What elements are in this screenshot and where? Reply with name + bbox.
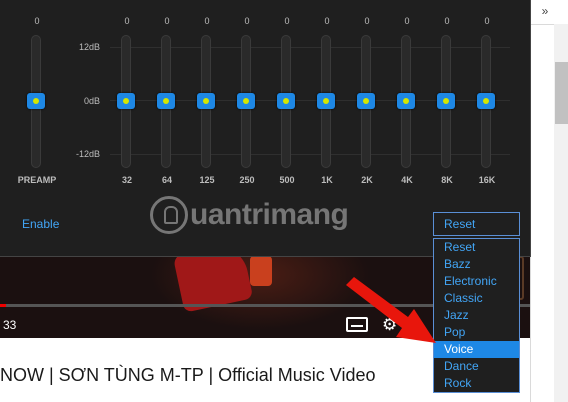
video-title: NOW | SƠN TÙNG M-TP | Official Music Vid… (0, 365, 376, 385)
preset-option[interactable]: Classic (434, 290, 519, 307)
band-slider-knob[interactable] (477, 93, 495, 109)
band-slider-knob[interactable] (357, 93, 375, 109)
preset-option[interactable]: Dance (434, 358, 519, 375)
band-slider-column: 0 32 (107, 0, 147, 200)
band-slider-column: 0 16K (467, 0, 507, 200)
band-label: 32 (121, 175, 132, 185)
band-slider-knob[interactable] (437, 93, 455, 109)
band-value: 0 (484, 16, 490, 26)
band-label: 250 (239, 175, 255, 185)
db-label-max: 12dB (78, 42, 100, 52)
red-arrow-icon (346, 277, 436, 343)
band-value: 0 (364, 16, 370, 26)
watermark-text: uantrimang (190, 198, 349, 231)
lightbulb-icon (150, 196, 188, 234)
band-slider-column: 0 125 (187, 0, 227, 200)
preamp-label: PREAMP (17, 175, 57, 185)
video-frame-object (250, 256, 272, 286)
band-label: 16K (478, 175, 496, 185)
band-label: 500 (279, 175, 295, 185)
band-slider-column: 0 64 (147, 0, 187, 200)
watermark: uantrimang (150, 192, 370, 236)
band-value: 0 (124, 16, 130, 26)
band-value: 0 (404, 16, 410, 26)
band-value: 0 (324, 16, 330, 26)
preamp-value: 0 (34, 16, 40, 26)
band-slider-column: 0 2K (347, 0, 387, 200)
band-label: 2K (361, 175, 373, 185)
band-slider-column: 0 500 (267, 0, 307, 200)
preset-option[interactable]: Pop (434, 324, 519, 341)
video-time: 33 (3, 318, 17, 332)
preset-select[interactable]: Reset (433, 212, 520, 236)
band-slider-knob[interactable] (157, 93, 175, 109)
preset-option[interactable]: Electronic (434, 273, 519, 290)
band-value: 0 (204, 16, 210, 26)
band-slider-column: 0 8K (427, 0, 467, 200)
preamp-slider-knob[interactable] (27, 93, 45, 109)
preset-option[interactable]: Voice (434, 341, 519, 358)
band-label: 1K (321, 175, 333, 185)
enable-link[interactable]: Enable (22, 217, 59, 231)
preset-options-list: Reset Bazz Electronic Classic Jazz Pop Voice Da… (433, 238, 520, 393)
video-progress-played (0, 304, 6, 307)
preset-option[interactable]: Rock (434, 375, 519, 392)
band-slider-column: 0 1K (307, 0, 347, 200)
band-slider-knob[interactable] (397, 93, 415, 109)
band-slider-knob[interactable] (117, 93, 135, 109)
band-label: 8K (441, 175, 453, 185)
band-value: 0 (284, 16, 290, 26)
band-slider-column: 0 4K (387, 0, 427, 200)
band-slider-knob[interactable] (197, 93, 215, 109)
band-label: 125 (199, 175, 215, 185)
preset-option[interactable]: Jazz (434, 307, 519, 324)
band-slider-column: 0 250 (227, 0, 267, 200)
band-slider-knob[interactable] (317, 93, 335, 109)
band-value: 0 (244, 16, 250, 26)
band-slider-knob[interactable] (277, 93, 295, 109)
preset-option[interactable]: Reset (434, 239, 519, 256)
extensions-chevron-icon[interactable]: » (538, 4, 552, 18)
preamp-slider-column: 0 PREAMP (17, 0, 57, 200)
band-value: 0 (164, 16, 170, 26)
band-label: 4K (401, 175, 413, 185)
db-label-min: -12dB (75, 149, 100, 159)
band-value: 0 (444, 16, 450, 26)
band-slider-knob[interactable] (237, 93, 255, 109)
preset-option[interactable]: Bazz (434, 256, 519, 273)
db-label-zero: 0dB (83, 96, 100, 106)
band-label: 64 (161, 175, 172, 185)
scrollbar-thumb[interactable] (555, 62, 568, 124)
